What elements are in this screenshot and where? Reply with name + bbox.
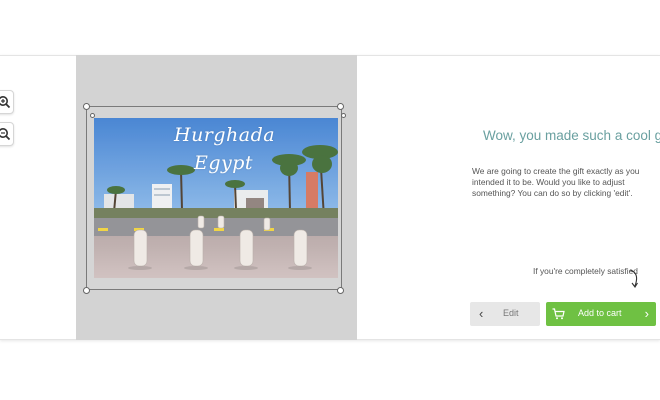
satisfied-hint: If you're completely satisfied	[533, 266, 638, 276]
crop-handle-bottom-left[interactable]	[83, 287, 90, 294]
cart-icon	[552, 308, 565, 320]
success-headline: Wow, you made such a cool gift!	[483, 128, 660, 143]
add-to-cart-label: Add to cart	[578, 308, 622, 318]
edit-button[interactable]: ‹ Edit	[470, 302, 540, 326]
crop-handle-top-right[interactable]	[337, 103, 344, 110]
photo-handle-top-right[interactable]	[341, 113, 346, 118]
zoom-in-button[interactable]	[0, 90, 14, 114]
zoom-out-icon	[0, 128, 11, 141]
chevron-left-icon: ‹	[479, 306, 484, 321]
edit-button-label: Edit	[503, 308, 519, 318]
zoom-in-icon	[0, 96, 11, 109]
chevron-right-icon: ›	[644, 306, 649, 321]
crop-handle-top-left[interactable]	[83, 103, 90, 110]
photo-handle-top-left[interactable]	[90, 113, 95, 118]
gift-preview-screen: Hurghada Egypt Wow, you made such a cool…	[0, 0, 660, 400]
curved-arrow-icon	[629, 269, 638, 288]
crop-frame[interactable]	[86, 106, 342, 290]
crop-handle-bottom-right[interactable]	[337, 287, 344, 294]
success-description: We are going to create the gift exactly …	[472, 166, 640, 198]
add-to-cart-button[interactable]: Add to cart ›	[546, 302, 656, 326]
zoom-out-button[interactable]	[0, 122, 14, 146]
